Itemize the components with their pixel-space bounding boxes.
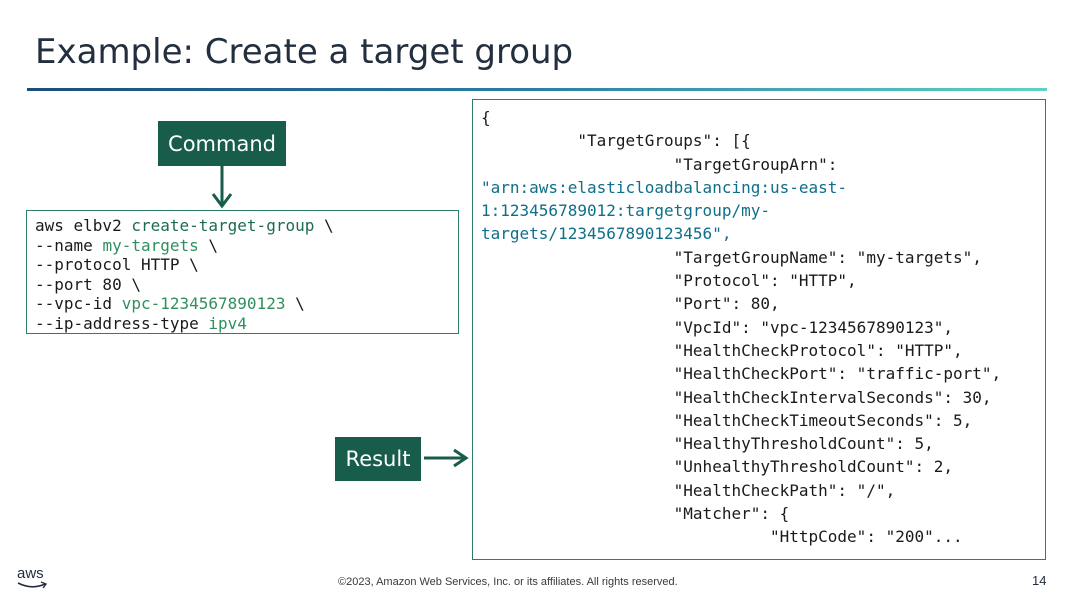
command-token: ipv4 — [208, 313, 247, 333]
result-text: "HealthCheckPath": "/", — [673, 480, 896, 500]
result-line: { — [481, 106, 1037, 129]
result-text: { — [481, 108, 491, 127]
result-label: Result — [335, 437, 421, 481]
result-line: "HttpCode": "200"... — [481, 525, 1037, 548]
result-text: "HealthCheckIntervalSeconds": 30, — [673, 387, 992, 407]
result-line: "HealthCheckPort": "traffic-port", — [481, 362, 1037, 385]
result-line: "HealthCheckPath": "/", — [481, 479, 1037, 502]
aws-smile-icon — [17, 581, 48, 589]
result-code-block: { "TargetGroups": [{ "TargetGroupArn": "a… — [472, 99, 1046, 560]
command-token: create-target-group — [131, 216, 315, 235]
aws-logo: aws — [17, 565, 44, 582]
result-text: "HealthCheckProtocol": "HTTP", — [673, 340, 963, 360]
down-arrow-icon — [211, 166, 233, 209]
result-line: "Port": 80, — [481, 292, 1037, 315]
result-line: "HealthyThresholdCount": 5, — [481, 432, 1037, 455]
command-line: --ip-address-type ipv4 — [35, 314, 450, 334]
result-text: "HealthCheckTimeoutSeconds": 5, — [673, 410, 973, 430]
result-text: "TargetGroupArn": — [673, 154, 838, 174]
result-text: "HealthCheckPort": "traffic-port", — [673, 364, 1002, 384]
result-line: "TargetGroups": [{ — [481, 129, 1037, 152]
command-line: aws elbv2 create-target-group \ — [35, 216, 450, 236]
command-line: --vpc-id vpc-1234567890123 \ — [35, 294, 450, 314]
result-line: "arn:aws:elasticloadbalancing:us-east- — [481, 176, 1037, 199]
command-token: --vpc-id — [35, 294, 122, 313]
command-token: --protocol HTTP \ — [35, 255, 199, 274]
command-token: --port 80 \ — [35, 274, 141, 294]
command-token: \ — [314, 216, 334, 235]
result-line: "TargetGroupArn": — [481, 153, 1037, 176]
command-token: my-targets — [102, 235, 199, 255]
command-token: --name — [35, 235, 103, 255]
page-number: 14 — [1032, 573, 1047, 588]
result-text: "TargetGroupName": "my-targets", — [673, 247, 982, 267]
slide: Example: Create a target group Command a… — [0, 0, 1071, 601]
result-line: "VpcId": "vpc-1234567890123", — [481, 316, 1037, 339]
copyright-text: ©2023, Amazon Web Services, Inc. or its … — [338, 576, 678, 588]
result-line: "Protocol": "HTTP", — [481, 269, 1037, 292]
command-label: Command — [158, 121, 286, 166]
command-line: --protocol HTTP \ — [35, 255, 450, 275]
result-text: "arn:aws:elasticloadbalancing:us-east- — [481, 177, 848, 197]
result-line: "TargetGroupName": "my-targets", — [481, 246, 1037, 269]
command-token: \ — [285, 294, 305, 313]
result-text: "UnhealthyThresholdCount": 2, — [673, 457, 954, 477]
result-line: "HealthCheckProtocol": "HTTP", — [481, 339, 1037, 362]
result-line: 1:123456789012:targetgroup/my- — [481, 199, 1037, 222]
result-text: "Protocol": "HTTP", — [673, 271, 857, 291]
result-text: "Matcher": { — [673, 504, 790, 524]
command-token: aws elbv2 — [35, 216, 132, 235]
result-text: "HttpCode": "200"... — [769, 527, 963, 547]
command-token: \ — [198, 235, 219, 255]
result-text: "VpcId": "vpc-1234567890123", — [673, 317, 954, 337]
result-line: "HealthCheckIntervalSeconds": 30, — [481, 386, 1037, 409]
command-line: --name my-targets \ — [35, 236, 450, 256]
title-underline — [27, 88, 1047, 91]
command-code-block: aws elbv2 create-target-group \ --name my… — [26, 210, 459, 334]
result-text: "Port": 80, — [673, 294, 780, 314]
result-text: "TargetGroups": [{ — [577, 131, 751, 151]
result-line: "HealthCheckTimeoutSeconds": 5, — [481, 409, 1037, 432]
command-token: --ip-address-type — [35, 313, 209, 333]
result-line: targets/1234567890123456", — [481, 222, 1037, 245]
result-line: "UnhealthyThresholdCount": 2, — [481, 455, 1037, 478]
result-text: 1:123456789012:targetgroup/my- — [481, 201, 770, 221]
command-token: vpc-1234567890123 — [121, 294, 286, 313]
result-text: "HealthyThresholdCount": 5, — [673, 434, 934, 454]
result-line: "Matcher": { — [481, 502, 1037, 525]
slide-title: Example: Create a target group — [35, 32, 574, 72]
command-line: --port 80 \ — [35, 275, 450, 295]
right-arrow-icon — [424, 448, 469, 468]
result-text: targets/1234567890123456", — [481, 224, 732, 244]
